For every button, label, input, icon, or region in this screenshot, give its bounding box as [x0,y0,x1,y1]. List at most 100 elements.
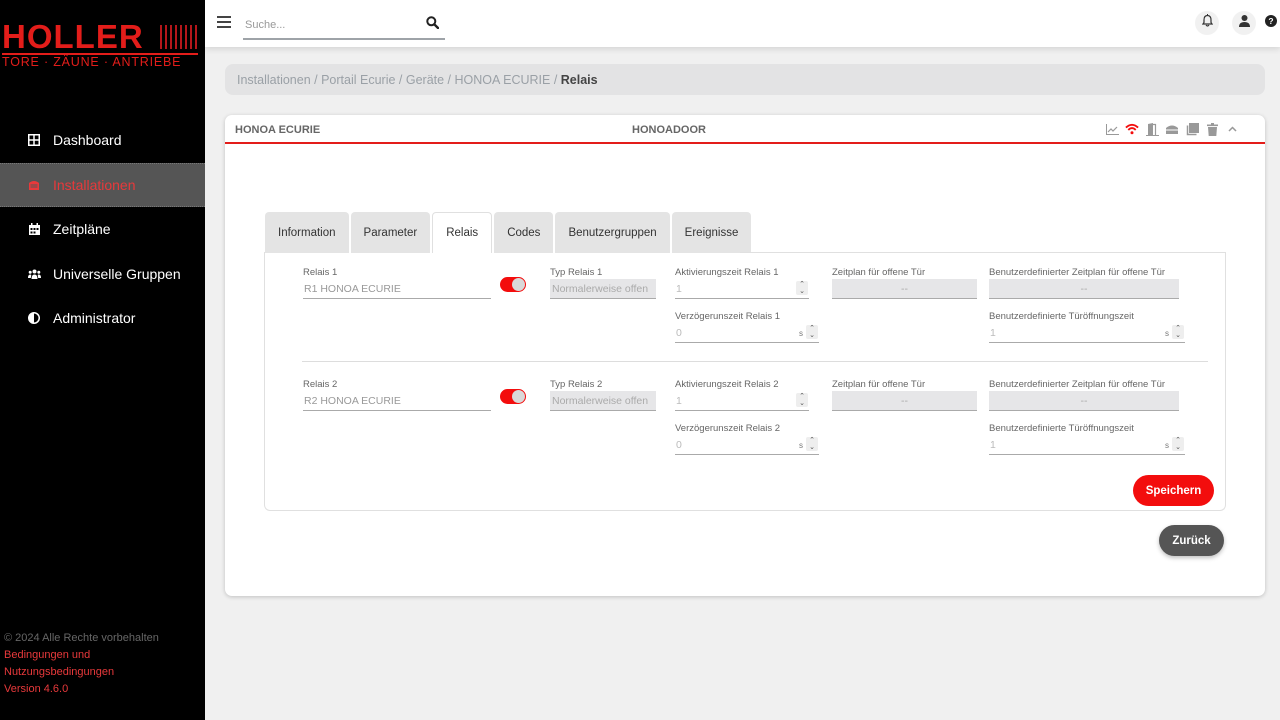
delay-time-label: Verzögerunszeit Relais 2 [675,423,781,434]
device-card: HONOA ECURIE HONOADOOR Information Param… [225,115,1265,596]
spinner-icon[interactable]: ⌃ ⌄ [1172,437,1184,451]
relay-name-label: Relais 1 [303,267,338,278]
custom-schedule-label: Benutzerdefinierter Zeitplan für offene … [989,379,1166,390]
relay-enabled-toggle[interactable] [500,277,526,292]
delay-time-input[interactable]: 0 s ⌃ ⌄ [675,435,819,455]
relay-name-input[interactable]: R1 HONOA ECURIE [303,279,491,299]
activation-time-input[interactable]: 1 ⌃ ⌄ [675,279,809,299]
help-button[interactable]: ? [1259,11,1280,35]
holler-logo[interactable]: HOLLER TORE · ZÄUNE · ANTRIEBE [0,20,205,69]
relay-type-label: Typ Relais 1 [550,267,603,278]
device-card-header: HONOA ECURIE HONOADOOR [225,115,1265,144]
breadcrumb-item-device[interactable]: HONOA ECURIE [455,73,551,87]
sidebar-item-label: Administrator [53,310,136,327]
search-bar [243,13,445,40]
copyright-text: © 2024 Alle Rechte vorbehalten [4,632,159,644]
activation-time-label: Aktivierungszeit Relais 1 [675,267,779,278]
copy-icon[interactable] [1185,122,1199,136]
wifi-icon[interactable] [1125,122,1139,136]
activation-time-input[interactable]: 1 ⌃ ⌄ [675,391,809,411]
spinner-icon[interactable]: ⌃ ⌄ [1172,325,1184,339]
breadcrumb-item-geraete[interactable]: Geräte [406,73,444,87]
custom-open-time-label: Benutzerdefinierte Türöffnungszeit [989,311,1134,322]
help-icon: ? [1265,14,1277,32]
device-tabs: Information Parameter Relais Codes Benut… [265,212,752,253]
tab-information[interactable]: Information [265,212,349,253]
relay-name-label: Relais 2 [303,379,338,390]
spinner-icon[interactable]: ⌃ ⌄ [796,393,808,407]
spinner-icon[interactable]: ⌃ ⌄ [806,325,818,339]
terms-link-line1[interactable]: Bedingungen und [4,647,159,664]
bell-icon [1201,14,1213,32]
custom-open-time-input[interactable]: 1 s ⌃ ⌄ [989,435,1185,455]
schedule-select[interactable]: -- [832,279,977,299]
schedule-label: Zeitplan für offene Tür [832,379,926,390]
breadcrumb: Installationen / Portail Ecurie / Geräte… [225,64,1265,95]
relay-type-select[interactable]: Normalerweise offen [550,279,656,299]
activation-time-value: 1 [676,283,682,295]
schedule-select[interactable]: -- [832,391,977,411]
notifications-button[interactable] [1195,11,1219,35]
back-button[interactable]: Zurück [1159,525,1224,556]
save-button[interactable]: Speichern [1133,475,1214,506]
users-icon [27,267,41,281]
device-name: HONOA ECURIE [235,124,321,136]
tab-relais[interactable]: Relais [432,212,493,253]
trash-icon[interactable] [1205,122,1219,136]
search-input[interactable] [243,13,413,37]
hamburger-menu-icon[interactable] [217,16,231,28]
relay-2-section: Relais 2 R2 HONOA ECURIE Typ Relais 2 No… [265,377,1225,477]
calendar-icon [27,222,41,236]
custom-open-time-value: 1 [990,439,996,451]
breadcrumb-item-installationen[interactable]: Installationen [237,73,311,87]
relay-enabled-toggle[interactable] [500,389,526,404]
spinner-icon[interactable]: ⌃ ⌄ [806,437,818,451]
terms-link-line2[interactable]: Nutzungsbedingungen [4,664,159,681]
breadcrumb-separator: / [550,72,561,87]
device-type: HONOADOOR [632,124,706,136]
relay-type-select[interactable]: Normalerweise offen [550,391,656,411]
sidebar-item-administrator[interactable]: Administrator [0,296,205,341]
breadcrumb-separator: / [310,72,322,87]
tab-parameter[interactable]: Parameter [350,212,431,253]
tab-ereignisse[interactable]: Ereignisse [671,212,752,253]
relay-name-input[interactable]: R2 HONOA ECURIE [303,391,491,411]
sidebar-item-installationen[interactable]: Installationen [0,162,205,207]
custom-schedule-select[interactable]: -- [989,279,1179,299]
custom-schedule-select[interactable]: -- [989,391,1179,411]
half-circle-icon [27,311,41,325]
breadcrumb-item-site[interactable]: Portail Ecurie [321,73,395,87]
activation-time-label: Aktivierungszeit Relais 2 [675,379,779,390]
profile-button[interactable] [1232,11,1256,35]
custom-open-unit: s [1165,329,1169,338]
door-icon[interactable] [1145,122,1159,136]
sidebar-item-label: Universelle Gruppen [53,265,181,282]
activation-time-value: 1 [676,395,682,407]
user-icon [1238,14,1250,32]
chevron-up-icon[interactable] [1225,122,1239,136]
delay-unit: s [799,441,803,450]
version-text: Version 4.6.0 [4,683,69,695]
delay-time-value: 0 [676,439,682,451]
sidebar-item-dashboard[interactable]: Dashboard [0,118,205,163]
tab-codes[interactable]: Codes [494,212,554,253]
garage-door-icon[interactable] [1165,122,1179,136]
topbar: ? [205,0,1280,47]
custom-open-time-input[interactable]: 1 s ⌃ ⌄ [989,323,1185,343]
search-icon[interactable] [426,16,440,34]
custom-open-time-label: Benutzerdefinierte Türöffnungszeit [989,423,1134,434]
terms-link[interactable]: Bedingungen und Nutzungsbedingungen [4,647,159,681]
garage-icon [27,178,41,192]
tab-benutzergruppen[interactable]: Benutzergruppen [555,212,670,253]
spinner-icon[interactable]: ⌃ ⌄ [796,281,808,295]
sidebar-item-zeitplaene[interactable]: Zeitpläne [0,207,205,252]
delay-time-label: Verzögerunszeit Relais 1 [675,311,781,322]
chart-icon[interactable] [1105,122,1119,136]
custom-schedule-label: Benutzerdefinierter Zeitplan für offene … [989,267,1166,278]
sidebar-item-universelle-gruppen[interactable]: Universelle Gruppen [0,252,205,297]
delay-time-input[interactable]: 0 s ⌃ ⌄ [675,323,819,343]
delay-time-value: 0 [676,327,682,339]
svg-text:?: ? [1268,16,1273,26]
breadcrumb-separator: / [395,72,406,87]
logo-tagline: TORE · ZÄUNE · ANTRIEBE [2,55,182,69]
